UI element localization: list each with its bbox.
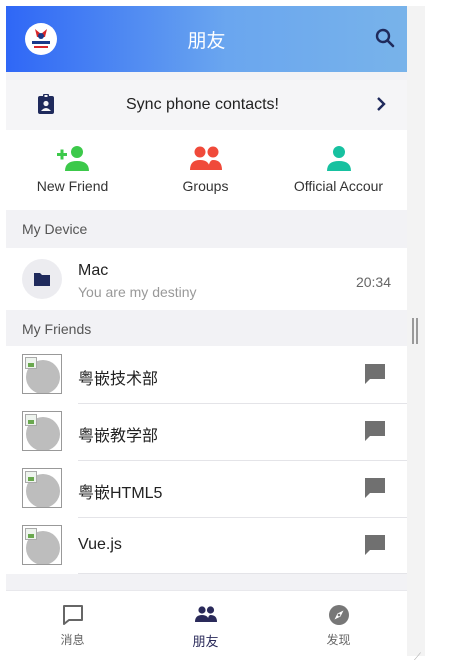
friend-name: 粤嵌教学部 [78, 428, 159, 445]
group-icon [189, 146, 222, 170]
sync-contacts-label: Sync phone contacts! [126, 96, 279, 113]
friend-row[interactable]: 粤嵌技术部 [6, 346, 407, 403]
chat-icon[interactable] [363, 533, 387, 557]
friend-row[interactable]: Vue.js [6, 517, 407, 574]
broken-image-icon [25, 471, 37, 483]
friend-name: 粤嵌技术部 [78, 371, 159, 388]
groups-button[interactable]: Groups [139, 144, 272, 194]
folder-icon [34, 273, 50, 286]
avatar [22, 354, 62, 394]
broken-image-icon [25, 528, 37, 540]
phone-app: 朋友 Sync phone contacts! New Friend Group… [6, 6, 407, 656]
section-title-friends: My Friends [22, 321, 92, 337]
device-name: Mac [78, 262, 109, 279]
avatar [22, 468, 62, 508]
chat-icon[interactable] [363, 476, 387, 500]
device-subtitle: You are my destiny [78, 284, 197, 300]
tab-messages[interactable]: 消息 [6, 603, 139, 648]
friend-name: Vue.js [78, 536, 122, 553]
tab-label: 朋友 [192, 634, 219, 649]
device-avatar [22, 259, 62, 299]
new-friend-button[interactable]: New Friend [6, 144, 139, 194]
section-title-device: My Device [22, 221, 88, 237]
friend-row[interactable]: 粤嵌教学部 [6, 403, 407, 460]
resize-corner-icon: ⟋ [414, 652, 421, 663]
chat-icon[interactable] [363, 362, 387, 386]
quick-actions: New Friend Groups Official Accour [6, 130, 407, 210]
tab-label: 消息 [60, 633, 85, 647]
device-time: 20:34 [355, 274, 391, 290]
groups-label: Groups [182, 178, 229, 194]
people-icon [194, 606, 217, 622]
broken-image-icon [25, 357, 37, 369]
friend-row[interactable]: 粤嵌HTML5 [6, 460, 407, 517]
app-header: 朋友 [6, 6, 407, 72]
sync-contacts-banner[interactable]: Sync phone contacts! [6, 80, 407, 130]
new-friend-label: New Friend [36, 178, 109, 194]
contacts-badge-icon [34, 92, 58, 116]
friend-name: 粤嵌HTML5 [78, 485, 163, 502]
page-title: 朋友 [187, 31, 226, 52]
official-accounts-label: Official Accour [293, 178, 384, 194]
broken-image-icon [25, 414, 37, 426]
friends-list: 粤嵌技术部 粤嵌教学部 粤嵌HTML5 Vue.js [6, 346, 407, 574]
search-icon[interactable] [373, 26, 397, 50]
bottom-nav: 消息 朋友 发现 [6, 590, 407, 656]
person-icon [326, 146, 351, 171]
tab-discover[interactable]: 发现 [272, 603, 405, 648]
official-accounts-button[interactable]: Official Accour [272, 144, 405, 194]
section-header-device: My Device [6, 210, 407, 248]
avatar [22, 411, 62, 451]
tab-friends[interactable]: 朋友 [139, 603, 272, 650]
compass-icon [328, 605, 349, 625]
resize-handle[interactable] [412, 318, 419, 344]
section-header-friends: My Friends [6, 310, 407, 348]
chat-outline-icon [62, 605, 83, 625]
add-person-icon [56, 146, 89, 171]
avatar [22, 525, 62, 565]
chat-icon[interactable] [363, 419, 387, 443]
chevron-right-icon [371, 94, 391, 114]
device-row[interactable]: Mac You are my destiny 20:34 [6, 248, 407, 312]
tab-label: 发现 [326, 633, 351, 647]
